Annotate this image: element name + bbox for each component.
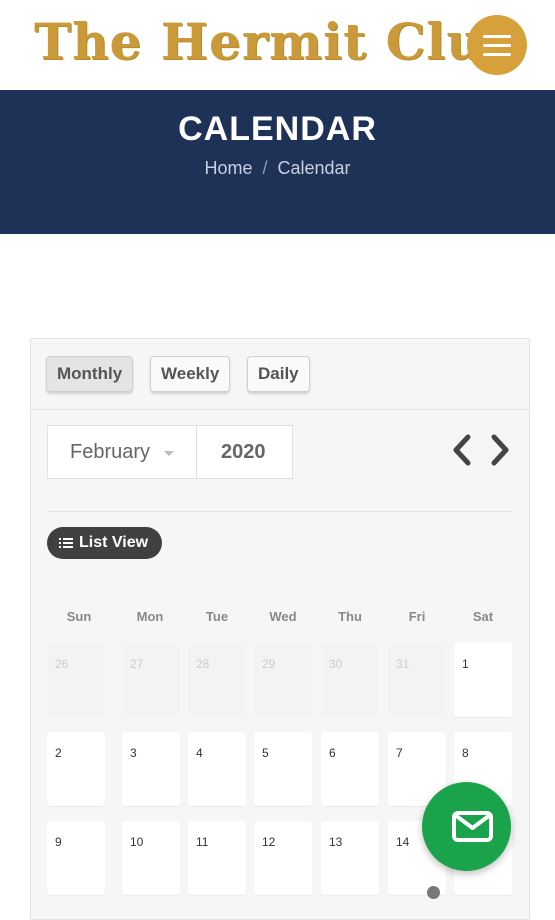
calendar-day-cell[interactable]: 26 (47, 643, 105, 717)
weekday-label: Sat (472, 609, 494, 624)
calendar-day-cell[interactable]: 10 (122, 821, 180, 895)
breadcrumb-current: Calendar (277, 158, 351, 178)
calendar-day-cell[interactable]: 2 (47, 732, 105, 806)
day-number: 2 (55, 746, 62, 760)
day-number: 5 (262, 746, 269, 760)
list-icon (59, 537, 73, 549)
breadcrumb-separator: / (262, 158, 268, 178)
calendar-day-cell[interactable]: 30 (321, 643, 379, 717)
day-number: 10 (130, 835, 144, 849)
weekday-label: Thu (338, 609, 362, 624)
weekday-label: Fri (408, 609, 426, 624)
list-view-button[interactable]: List View (47, 527, 163, 559)
weekday-label: Wed (269, 609, 297, 624)
day-number: 1 (462, 657, 469, 671)
day-number: 8 (462, 746, 469, 760)
monthly-view-button[interactable]: Monthly (46, 356, 134, 392)
calendar-day-cell[interactable]: 29 (254, 643, 312, 717)
menu-button[interactable] (467, 15, 527, 75)
toolbar-divider (47, 511, 513, 512)
weekday-label: Mon (136, 609, 164, 624)
site-header: The Hermit Club (0, 0, 555, 90)
event-indicator-icon (427, 886, 440, 899)
calendar-day-cell[interactable]: 31 (388, 643, 446, 717)
page-banner: CALENDAR Home / Calendar (0, 90, 555, 234)
contact-mail-button[interactable] (422, 782, 511, 871)
view-switcher: Monthly Weekly Daily (31, 339, 529, 410)
next-month-button[interactable] (487, 433, 513, 467)
day-number: 12 (262, 835, 276, 849)
calendar-day-cell[interactable]: 9 (47, 821, 105, 895)
mail-icon (452, 811, 493, 842)
calendar-day-cell[interactable]: 3 (122, 732, 180, 806)
breadcrumb-home-link[interactable]: Home (204, 158, 252, 178)
day-number: 31 (396, 657, 410, 671)
year-select[interactable]: 2020 (197, 425, 293, 479)
previous-month-button[interactable] (449, 433, 475, 467)
day-number: 3 (130, 746, 137, 760)
month-select[interactable]: February (47, 425, 197, 479)
day-number: 28 (196, 657, 210, 671)
day-number: 13 (329, 835, 343, 849)
day-number: 6 (329, 746, 336, 760)
chevron-left-icon (453, 434, 471, 466)
daily-view-button[interactable]: Daily (247, 356, 310, 392)
calendar-day-cell[interactable]: 1 (454, 643, 512, 717)
date-selectors: February 2020 (47, 425, 293, 479)
weekday-label: Sun (66, 609, 92, 624)
weekly-view-button[interactable]: Weekly (150, 356, 231, 392)
day-number: 4 (196, 746, 203, 760)
calendar-day-cell[interactable]: 12 (254, 821, 312, 895)
calendar-day-cell[interactable]: 4 (188, 732, 246, 806)
calendar-day-cell[interactable]: 5 (254, 732, 312, 806)
chevron-right-icon (491, 434, 509, 466)
calendar-day-cell[interactable]: 28 (188, 643, 246, 717)
calendar-day-cell[interactable]: 13 (321, 821, 379, 895)
site-logo[interactable]: The Hermit Club (34, 12, 520, 72)
month-select-value: February (70, 441, 151, 463)
day-number: 7 (396, 746, 403, 760)
list-view-label: List View (79, 534, 149, 551)
calendar-day-cell[interactable]: 6 (321, 732, 379, 806)
day-number: 27 (130, 657, 144, 671)
day-number: 30 (329, 657, 343, 671)
breadcrumb: Home / Calendar (0, 158, 555, 179)
day-number: 9 (55, 835, 62, 849)
day-number: 26 (55, 657, 69, 671)
day-number: 11 (196, 835, 209, 849)
page-title: CALENDAR (178, 110, 377, 148)
day-number: 29 (262, 657, 276, 671)
weekday-label: Tue (205, 609, 229, 624)
calendar-day-cell[interactable]: 11 (188, 821, 246, 895)
year-select-value: 2020 (221, 441, 266, 463)
caret-down-icon (164, 451, 174, 456)
calendar-day-cell[interactable]: 27 (122, 643, 180, 717)
day-number: 14 (396, 835, 410, 849)
